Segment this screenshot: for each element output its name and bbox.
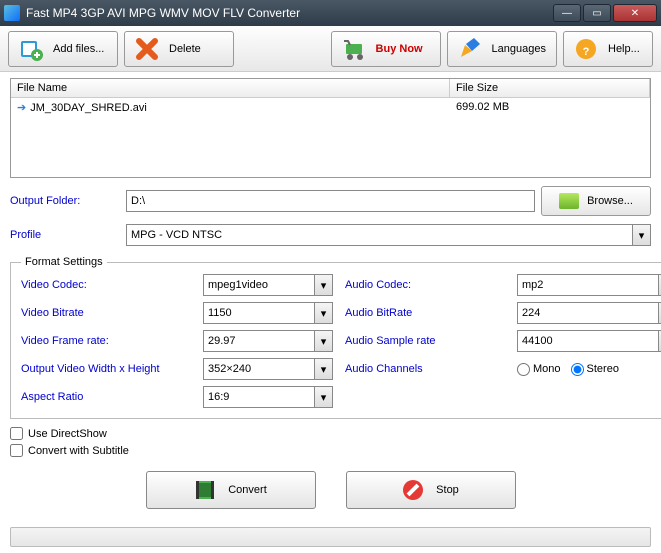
file-name-cell: JM_30DAY_SHRED.avi xyxy=(30,102,147,114)
chevron-down-icon[interactable]: ▾ xyxy=(314,331,332,351)
video-bitrate-select[interactable]: 1150▾ xyxy=(203,302,333,324)
help-label: Help... xyxy=(608,43,640,55)
arrow-icon: ➔ xyxy=(17,102,26,114)
help-button[interactable]: ? Help... xyxy=(563,31,653,67)
buy-now-button[interactable]: Buy Now xyxy=(331,31,441,67)
film-icon xyxy=(194,479,216,501)
folder-icon xyxy=(559,193,579,209)
col-file-size[interactable]: File Size xyxy=(450,79,650,97)
delete-icon xyxy=(135,37,159,61)
chevron-down-icon[interactable]: ▾ xyxy=(314,359,332,379)
mono-radio[interactable]: Mono xyxy=(517,363,561,376)
video-codec-label: Video Codec: xyxy=(21,279,191,291)
chevron-down-icon[interactable]: ▾ xyxy=(314,275,332,295)
audio-sample-label: Audio Sample rate xyxy=(345,335,505,347)
video-bitrate-label: Video Bitrate xyxy=(21,307,191,319)
output-folder-label: Output Folder: xyxy=(10,195,120,207)
chevron-down-icon[interactable]: ▾ xyxy=(314,387,332,407)
buy-now-label: Buy Now xyxy=(376,43,423,55)
languages-button[interactable]: Languages xyxy=(447,31,557,67)
file-list[interactable]: File Name File Size ➔ JM_30DAY_SHRED.avi … xyxy=(10,78,651,178)
format-settings-legend: Format Settings xyxy=(21,256,107,268)
title-bar: Fast MP4 3GP AVI MPG WMV MOV FLV Convert… xyxy=(0,0,661,26)
app-icon xyxy=(4,5,20,21)
chevron-down-icon[interactable]: ▾ xyxy=(314,303,332,323)
col-file-name[interactable]: File Name xyxy=(11,79,450,97)
use-directshow-checkbox[interactable]: Use DirectShow xyxy=(10,427,651,440)
profile-value: MPG - VCD NTSC xyxy=(127,229,632,241)
audio-channels-label: Audio Channels xyxy=(345,363,505,375)
file-row[interactable]: ➔ JM_30DAY_SHRED.avi 699.02 MB xyxy=(11,98,650,117)
help-icon: ? xyxy=(574,37,598,61)
browse-label: Browse... xyxy=(587,195,633,207)
add-files-label: Add files... xyxy=(53,43,104,55)
video-fps-select[interactable]: 29.97▾ xyxy=(203,330,333,352)
video-wh-label: Output Video Width x Height xyxy=(21,363,191,375)
browse-button[interactable]: Browse... xyxy=(541,186,651,216)
main-toolbar: Add files... Delete Buy Now Languages ? … xyxy=(0,26,661,72)
stop-icon xyxy=(402,479,424,501)
audio-codec-select[interactable]: mp2▾ xyxy=(517,274,661,296)
format-settings-group: Format Settings Video Codec: mpeg1video▾… xyxy=(10,256,661,419)
svg-text:?: ? xyxy=(583,46,590,58)
file-size-cell: 699.02 MB xyxy=(450,98,650,117)
delete-label: Delete xyxy=(169,43,201,55)
close-button[interactable]: ✕ xyxy=(613,4,657,22)
video-wh-select[interactable]: 352×240▾ xyxy=(203,358,333,380)
minimize-button[interactable]: — xyxy=(553,4,581,22)
video-fps-label: Video Frame rate: xyxy=(21,335,191,347)
audio-sample-select[interactable]: 44100▾ xyxy=(517,330,661,352)
stop-button[interactable]: Stop xyxy=(346,471,516,509)
profile-label: Profile xyxy=(10,229,120,241)
aspect-ratio-select[interactable]: 16:9▾ xyxy=(203,386,333,408)
audio-codec-label: Audio Codec: xyxy=(345,279,505,291)
stop-label: Stop xyxy=(436,484,459,496)
languages-label: Languages xyxy=(492,43,546,55)
window-title: Fast MP4 3GP AVI MPG WMV MOV FLV Convert… xyxy=(26,6,553,20)
output-folder-input[interactable] xyxy=(126,190,535,212)
aspect-ratio-label: Aspect Ratio xyxy=(21,391,191,403)
cart-icon xyxy=(342,37,366,61)
pen-icon xyxy=(458,37,482,61)
stereo-radio[interactable]: Stereo xyxy=(571,363,619,376)
convert-label: Convert xyxy=(228,484,267,496)
film-add-icon xyxy=(19,37,43,61)
add-files-button[interactable]: Add files... xyxy=(8,31,118,67)
profile-select[interactable]: MPG - VCD NTSC ▾ xyxy=(126,224,651,246)
video-codec-select[interactable]: mpeg1video▾ xyxy=(203,274,333,296)
audio-bitrate-select[interactable]: 224▾ xyxy=(517,302,661,324)
convert-subtitle-checkbox[interactable]: Convert with Subtitle xyxy=(10,444,651,457)
maximize-button[interactable]: ▭ xyxy=(583,4,611,22)
status-bar xyxy=(10,527,651,547)
chevron-down-icon[interactable]: ▾ xyxy=(632,225,650,245)
convert-button[interactable]: Convert xyxy=(146,471,316,509)
file-list-header: File Name File Size xyxy=(11,79,650,98)
delete-button[interactable]: Delete xyxy=(124,31,234,67)
audio-bitrate-label: Audio BitRate xyxy=(345,307,505,319)
